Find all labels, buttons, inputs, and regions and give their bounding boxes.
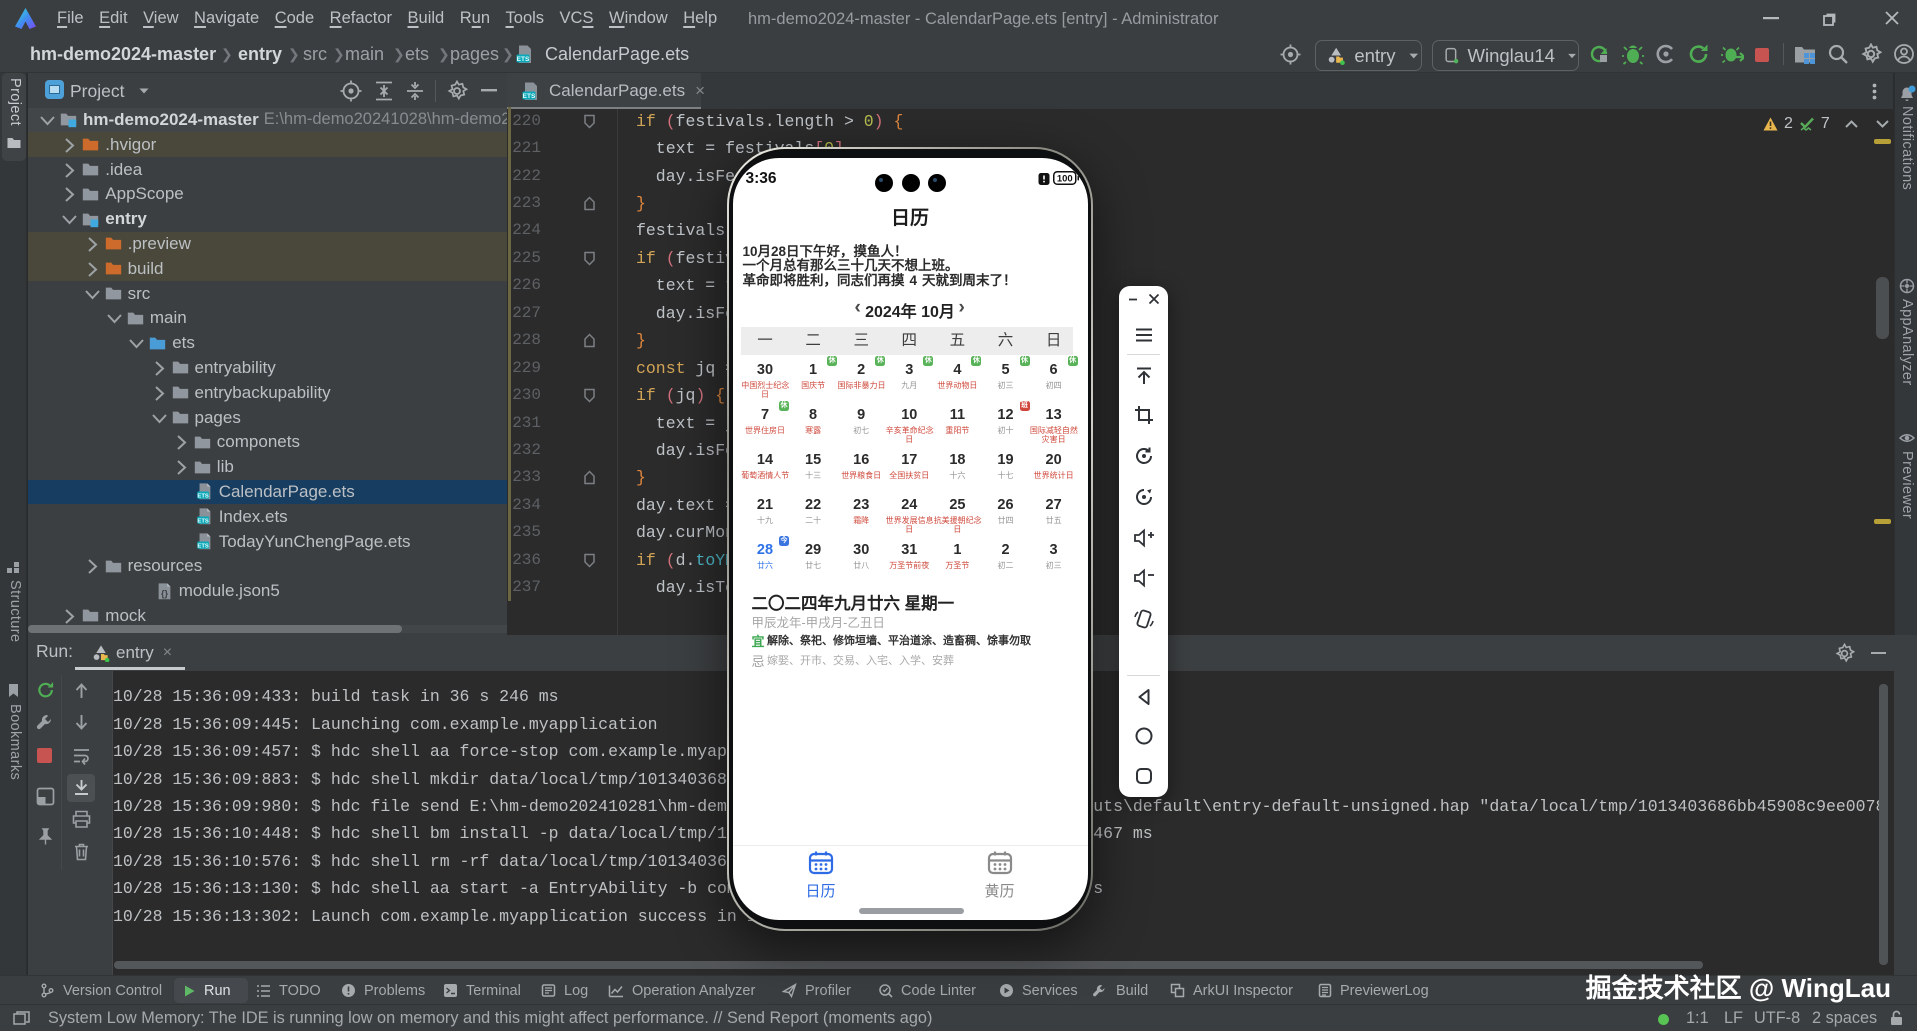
svg-text:ETS: ETS (197, 494, 209, 500)
svg-text:{}: {} (161, 588, 169, 598)
svg-text:ETS: ETS (523, 93, 536, 100)
svg-text:ETS: ETS (197, 519, 209, 525)
svg-text:100: 100 (1056, 174, 1072, 185)
svg-text:ETS: ETS (197, 543, 209, 549)
svg-text:ETS: ETS (517, 56, 530, 63)
